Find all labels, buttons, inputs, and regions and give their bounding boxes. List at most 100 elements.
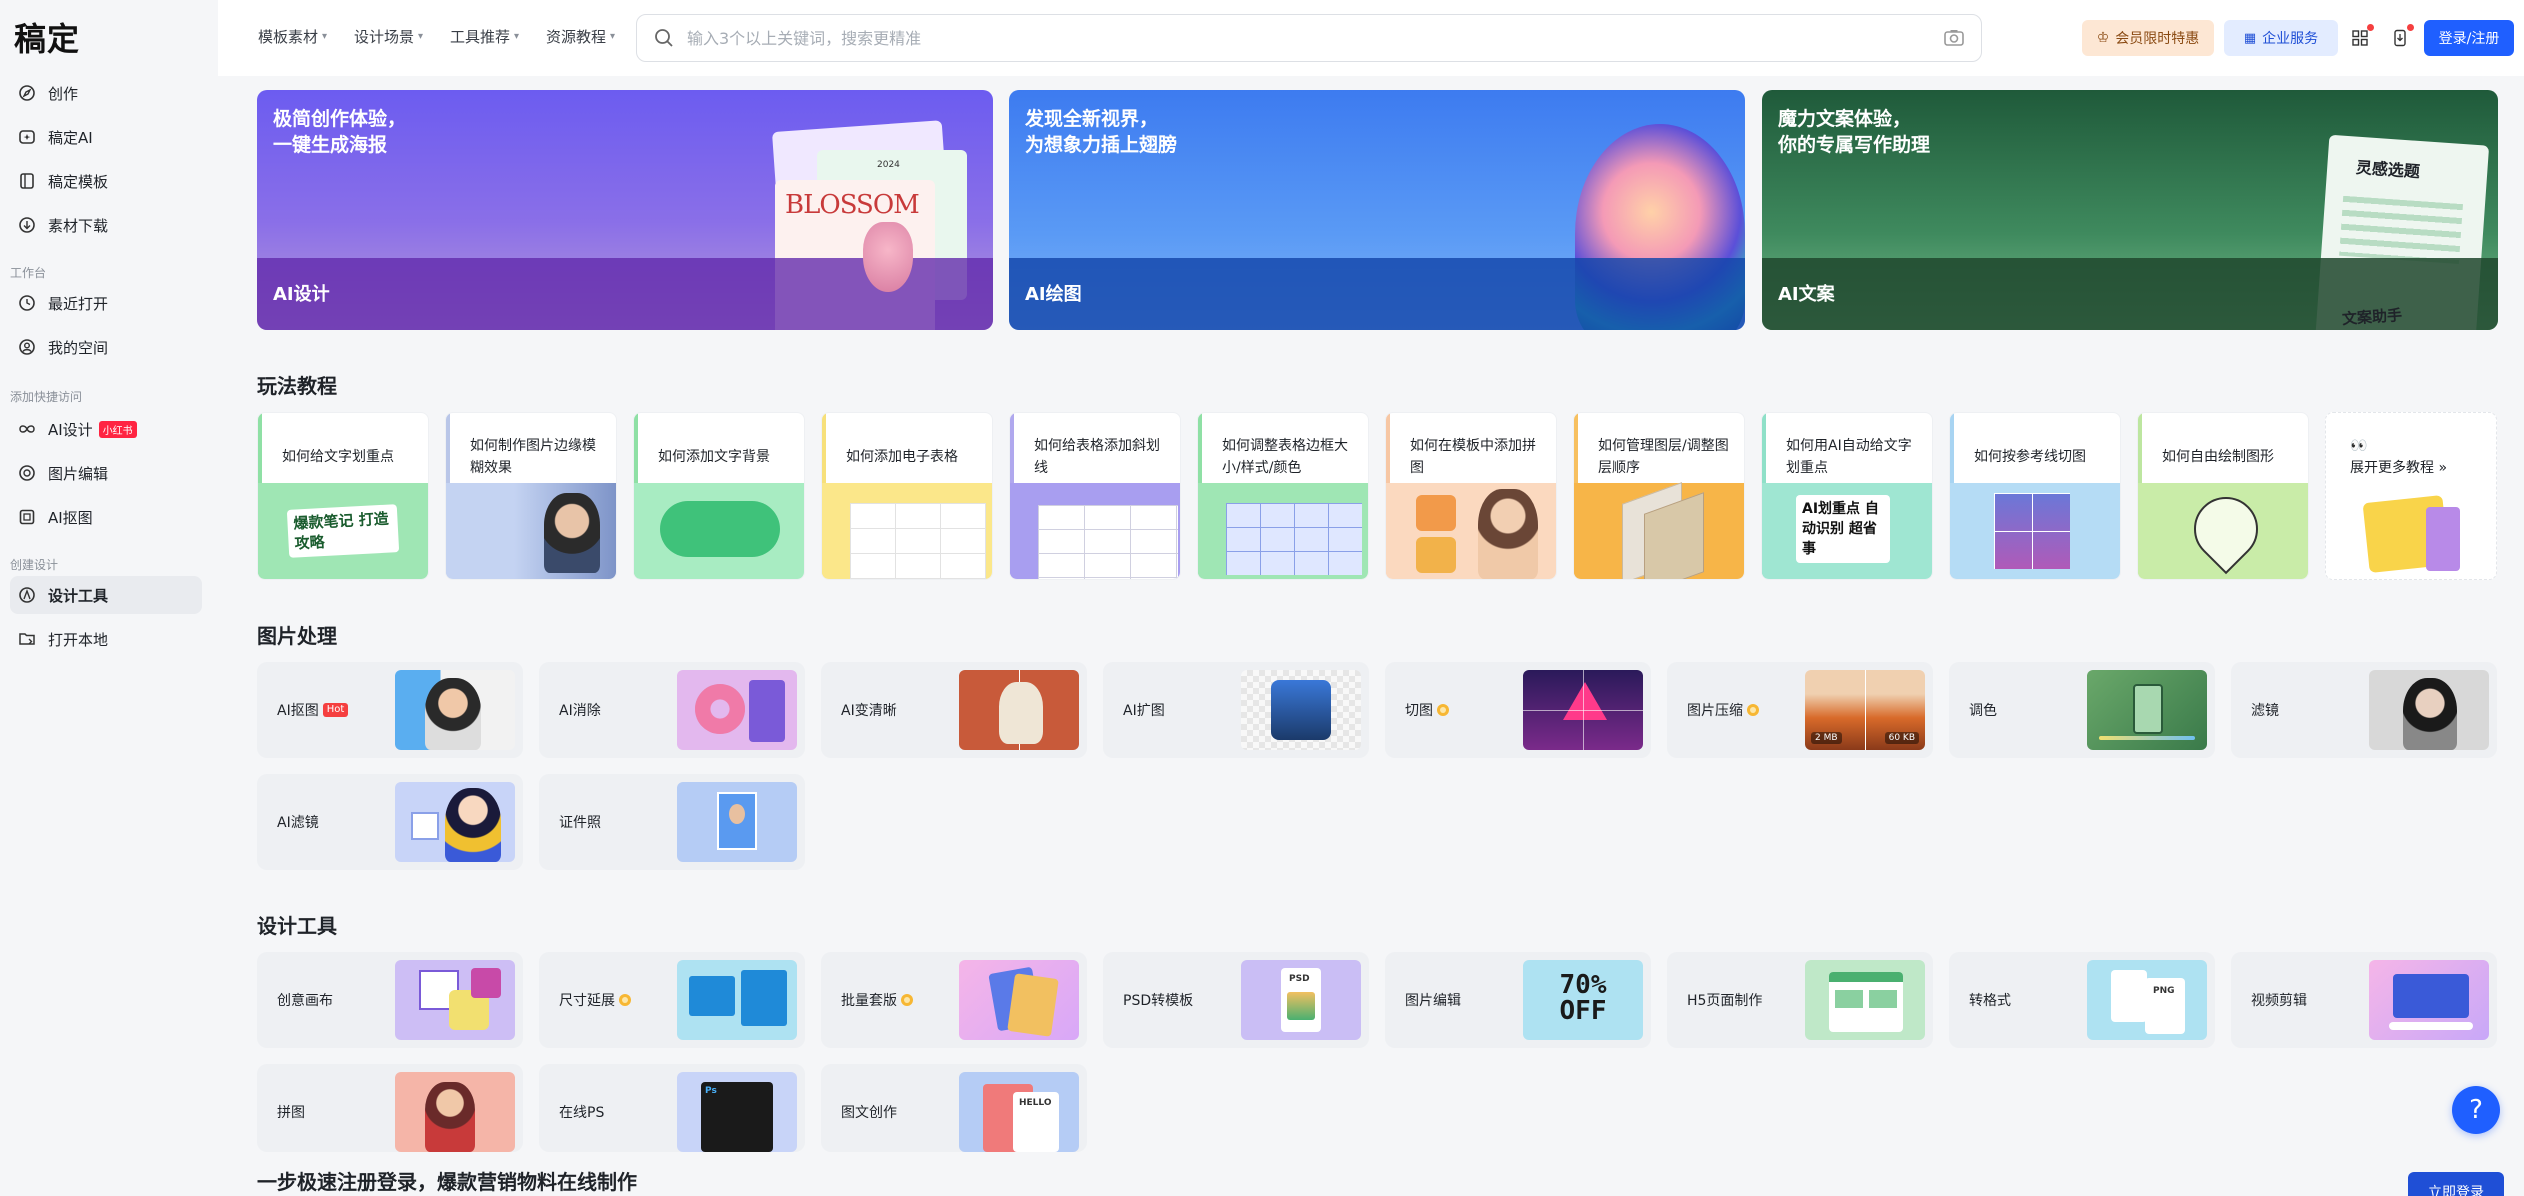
sidebar-item-label: 素材下载 — [48, 216, 109, 235]
tool-card-online-ps[interactable]: 在线PS Ps — [539, 1064, 805, 1152]
tutorial-thumb — [1386, 483, 1556, 579]
menu-scenes[interactable]: 设计场景 ▾ — [354, 26, 423, 47]
design-tool-icon — [18, 586, 36, 604]
login-now-button[interactable]: 立即登录 — [2408, 1172, 2504, 1196]
tool-card-ai-erase[interactable]: AI消除 — [539, 662, 805, 758]
sidebar-item-ai-cutout[interactable]: AI抠图 — [10, 498, 202, 536]
tool-card-filter[interactable]: 滤镜 — [2231, 662, 2497, 758]
tool-card-h5-page[interactable]: H5页面制作 — [1667, 952, 1933, 1048]
tutorial-card[interactable]: 如何添加文字背景 — [633, 412, 805, 580]
tutorial-card[interactable]: 如何给文字划重点 爆款笔记 打造攻略 — [257, 412, 429, 580]
tutorial-card[interactable]: 如何自由绘制图形 — [2137, 412, 2309, 580]
tool-card-creative-canvas[interactable]: 创意画布 — [257, 952, 523, 1048]
tool-card-resize-extend[interactable]: 尺寸延展 — [539, 952, 805, 1048]
sidebar-item-templates[interactable]: 稿定模板 — [10, 162, 202, 200]
banner-ai-design[interactable]: 极简创作体验， 一键生成海报 2024 BLOSSOM AI设计 — [257, 90, 993, 330]
tool-label: 图文创作 — [841, 1105, 897, 1121]
sidebar-item-design-tools[interactable]: 设计工具 — [10, 576, 202, 614]
portrait-art — [2403, 678, 2457, 750]
file-art — [2111, 970, 2147, 1022]
section-title-tutorials: 玩法教程 — [257, 374, 337, 398]
enterprise-button[interactable]: ▦ 企业服务 — [2224, 20, 2338, 56]
tool-card-ai-enhance[interactable]: AI变清晰 — [821, 662, 1087, 758]
sidebar-item-label: 最近打开 — [48, 294, 109, 313]
tool-card-image-edit[interactable]: 图片编辑 70% OFF — [1385, 952, 1651, 1048]
tool-label: AI消除 — [559, 703, 601, 719]
ai-spark-icon — [18, 128, 36, 146]
tutorial-card[interactable]: 如何给表格添加斜划线 — [1009, 412, 1181, 580]
tool-label-text: 尺寸延展 — [559, 993, 615, 1009]
neon-triangle-art — [1563, 682, 1607, 720]
sidebar-item-image-edit[interactable]: 图片编辑 — [10, 454, 202, 492]
dog-art — [999, 682, 1043, 744]
image-edit-icon — [18, 464, 36, 482]
tool-card-id-photo[interactable]: 证件照 — [539, 774, 805, 870]
camera-search-icon[interactable] — [1943, 27, 1965, 49]
search-input[interactable] — [687, 28, 1943, 48]
guide-slice-art — [1994, 493, 2070, 569]
vip-crown-icon — [1747, 704, 1759, 716]
apps-grid-icon[interactable] — [2348, 24, 2374, 50]
banner-art-tag: 灵感选题 — [2355, 157, 2421, 182]
tutorial-card[interactable]: 如何制作图片边缘模糊效果 — [445, 412, 617, 580]
tool-card-ai-expand[interactable]: AI扩图 — [1103, 662, 1369, 758]
sidebar-item-label: 稿定AI — [48, 128, 93, 147]
tool-thumb: PSD — [1241, 960, 1361, 1040]
banner-title: 发现全新视界， 为想象力插上翅膀 — [1025, 108, 1178, 156]
vip-promo-button[interactable]: ♔ 会员限时特惠 — [2082, 20, 2214, 56]
menu-tools[interactable]: 工具推荐 ▾ — [450, 26, 519, 47]
tool-label: 证件照 — [559, 815, 601, 831]
sidebar-item-recent[interactable]: 最近打开 — [10, 284, 202, 322]
help-button[interactable]: ? — [2452, 1086, 2500, 1134]
file-art: PNG — [2145, 978, 2185, 1034]
tool-card-ai-filter[interactable]: AI滤镜 — [257, 774, 523, 870]
tool-thumb — [395, 1072, 515, 1152]
tool-card-format-convert[interactable]: 转格式 PNG — [1949, 952, 2215, 1048]
crown-icon: ♔ — [2096, 30, 2110, 46]
tool-card-video-edit[interactable]: 视频剪辑 — [2231, 952, 2497, 1048]
sidebar-item-label: 稿定模板 — [48, 172, 109, 191]
sidebar-item-ai-design[interactable]: AI设计 小红书 — [10, 410, 202, 448]
download-app-icon[interactable] — [2388, 24, 2414, 50]
tool-card-text-image[interactable]: 图文创作 HELLO — [821, 1064, 1087, 1152]
tool-card-compress[interactable]: 图片压缩 2 MB 60 KB — [1667, 662, 1933, 758]
template-icon — [18, 172, 36, 190]
tool-label: 图片压缩 — [1687, 700, 1759, 720]
app-logo[interactable]: 稿定 — [14, 14, 80, 60]
tool-card-slice[interactable]: 切图 — [1385, 662, 1651, 758]
doc-lines — [2339, 195, 2463, 265]
tutorial-card[interactable]: 如何调整表格边框大小/样式/颜色 — [1197, 412, 1369, 580]
menu-resources[interactable]: 资源教程 ▾ — [546, 26, 615, 47]
vip-crown-icon — [1437, 704, 1449, 716]
sidebar-item-open-local[interactable]: 打开本地 — [10, 620, 202, 658]
tutorial-label: 如何添加电子表格 — [846, 449, 958, 465]
infinity-icon — [18, 420, 36, 438]
tutorial-card[interactable]: 如何在模板中添加拼图 — [1385, 412, 1557, 580]
banner-title: 极简创作体验， 一键生成海报 — [273, 108, 407, 156]
notification-dot — [2367, 24, 2374, 31]
login-register-button[interactable]: 登录/注册 — [2424, 20, 2514, 56]
section-title-image-tools: 图片处理 — [257, 624, 337, 648]
tutorial-thumb — [822, 483, 992, 579]
tool-card-batch-template[interactable]: 批量套版 — [821, 952, 1087, 1048]
tool-card-ai-cutout[interactable]: AI抠图 Hot — [257, 662, 523, 758]
tool-card-color-adjust[interactable]: 调色 — [1949, 662, 2215, 758]
menu-templates[interactable]: 模板素材 ▾ — [258, 26, 327, 47]
sidebar-item-create[interactable]: 创作 — [10, 74, 202, 112]
sidebar-item-gaoding-ai[interactable]: 稿定AI — [10, 118, 202, 156]
banner-ai-drawing[interactable]: 发现全新视界， 为想象力插上翅膀 AI绘图 — [1009, 90, 1745, 330]
tutorial-card[interactable]: 如何用AI自动给文字划重点 AI划重点 自动识别 超省事 — [1761, 412, 1933, 580]
tool-label: H5页面制作 — [1687, 993, 1763, 1009]
tutorial-card-more[interactable]: 👀 展开更多教程 » — [2325, 412, 2497, 580]
tool-card-collage[interactable]: 拼图 — [257, 1064, 523, 1152]
menu-label: 模板素材 — [258, 28, 319, 46]
sidebar-item-my-space[interactable]: 我的空间 — [10, 328, 202, 366]
tutorial-card[interactable]: 如何管理图层/调整图层顺序 — [1573, 412, 1745, 580]
banner-ai-copywriting[interactable]: 魔力文案体验， 你的专属写作助理 灵感选题 文案助手 AI文案 — [1762, 90, 2498, 330]
tool-card-psd-to-template[interactable]: PSD转模板 PSD — [1103, 952, 1369, 1048]
sidebar-item-label: 我的空间 — [48, 338, 109, 357]
sidebar-item-assets[interactable]: 素材下载 — [10, 206, 202, 244]
sidebar-item-label: 图片编辑 — [48, 464, 109, 483]
tutorial-card[interactable]: 如何按参考线切图 — [1949, 412, 2121, 580]
tutorial-card[interactable]: 如何添加电子表格 — [821, 412, 993, 580]
